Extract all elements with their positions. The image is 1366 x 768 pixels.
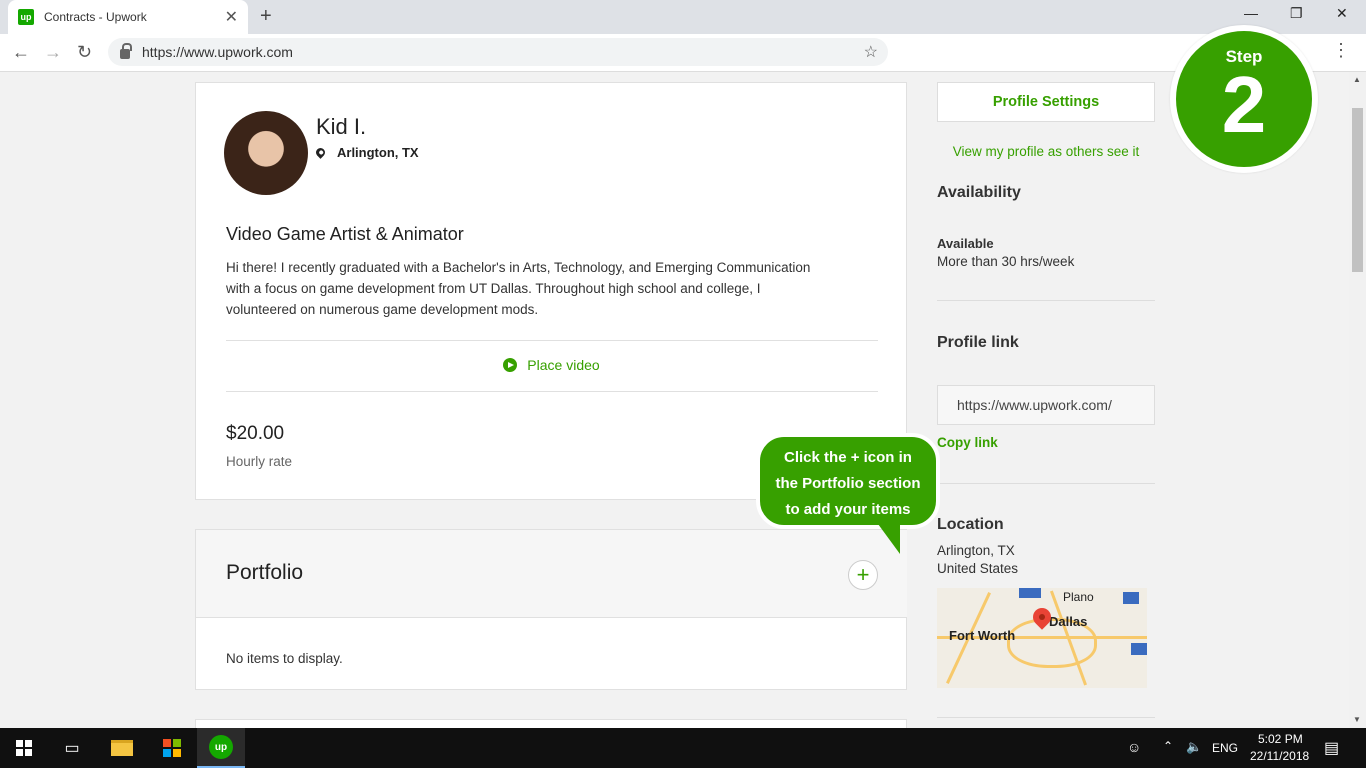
place-video-label: Place video xyxy=(527,357,600,373)
show-hidden-icons-icon[interactable]: ⌃ xyxy=(1163,739,1173,753)
location-map[interactable]: Plano Dallas Fort Worth xyxy=(937,588,1147,688)
scroll-down-icon[interactable]: ▼ xyxy=(1353,715,1361,724)
portfolio-empty-text: No items to display. xyxy=(226,651,343,666)
callout-line: the Portfolio section xyxy=(775,475,921,492)
highway-shield-icon xyxy=(1123,592,1139,604)
store-icon[interactable] xyxy=(148,728,196,768)
availability-status: Available xyxy=(937,236,994,251)
restore-icon[interactable]: ❐ xyxy=(1290,5,1303,22)
scroll-thumb[interactable] xyxy=(1352,108,1363,272)
clock-time[interactable]: 5:02 PM xyxy=(1258,732,1303,746)
profile-location: Arlington, TX xyxy=(314,145,419,160)
language-indicator[interactable]: ENG xyxy=(1212,741,1238,755)
instruction-callout: Click the + icon in the Portfolio sectio… xyxy=(756,433,940,529)
file-explorer-icon[interactable] xyxy=(98,728,146,768)
divider xyxy=(937,717,1155,718)
divider xyxy=(937,483,1155,484)
windows-taskbar: ▭ up ☺ ⌃ 🔈 ENG 5:02 PM 22/11/2018 ▤ xyxy=(0,728,1366,768)
minimize-icon[interactable]: — xyxy=(1244,5,1258,21)
divider xyxy=(226,340,878,341)
place-video-button[interactable]: Place video xyxy=(196,357,907,373)
profile-headline: Video Game Artist & Animator xyxy=(226,224,464,244)
location-country: United States xyxy=(937,561,1019,576)
view-profile-link[interactable]: View my profile as others see it xyxy=(937,144,1155,159)
upwork-favicon-icon: up xyxy=(18,9,34,25)
scroll-up-icon[interactable]: ▲ xyxy=(1353,75,1361,84)
upwork-taskbar-app[interactable]: up xyxy=(197,728,245,768)
step-number: 2 xyxy=(1221,60,1267,149)
play-icon xyxy=(503,358,518,372)
close-tab-icon[interactable]: ✕ xyxy=(225,7,238,27)
profile-name: Kid I. xyxy=(316,114,367,139)
availability-hours: More than 30 hrs/week xyxy=(937,254,1075,269)
forward-arrow-icon[interactable]: → xyxy=(44,42,62,63)
location-pin-icon xyxy=(314,146,327,159)
browser-menu-icon[interactable]: ⋮ xyxy=(1332,40,1350,61)
browser-tab[interactable]: up Contracts - Upwork ✕ xyxy=(8,0,248,34)
url-text[interactable]: https://www.upwork.com xyxy=(142,44,864,60)
availability-heading: Availability xyxy=(937,184,1021,201)
notification-center-icon[interactable]: ▤ xyxy=(1324,738,1339,758)
highway-shield-icon xyxy=(1019,588,1041,598)
plus-icon: + xyxy=(856,562,870,587)
step-badge: Step 2 xyxy=(1170,25,1318,173)
bookmark-star-icon[interactable]: ☆ xyxy=(864,42,878,62)
profile-bio: Hi there! I recently graduated with a Ba… xyxy=(226,260,811,317)
page-scrollbar[interactable]: ▲ ▼ xyxy=(1349,72,1366,728)
upwork-app-icon: up xyxy=(209,735,233,759)
new-tab-icon[interactable]: + xyxy=(260,5,272,28)
divider xyxy=(226,391,878,392)
callout-pointer xyxy=(878,524,900,554)
portfolio-title: Portfolio xyxy=(226,561,304,584)
profile-settings-button[interactable]: Profile Settings xyxy=(937,82,1155,122)
hourly-rate-value: $20.00 xyxy=(226,423,285,444)
map-label-dallas: Dallas xyxy=(1049,614,1088,629)
volume-icon[interactable]: 🔈 xyxy=(1186,739,1202,755)
tab-title: Contracts - Upwork xyxy=(44,10,147,24)
close-window-icon[interactable]: ✕ xyxy=(1336,5,1348,22)
location-city: Arlington, TX xyxy=(937,543,1015,558)
profile-location-text: Arlington, TX xyxy=(337,145,419,160)
map-label-plano: Plano xyxy=(1063,590,1094,604)
back-arrow-icon[interactable]: ← xyxy=(12,42,30,63)
location-heading: Location xyxy=(937,516,1004,533)
windows-logo-icon xyxy=(16,740,32,756)
callout-line: to add your items xyxy=(785,501,911,518)
people-icon[interactable]: ☺ xyxy=(1127,739,1141,755)
highway-shield-icon xyxy=(1131,643,1147,655)
hourly-rate-label: Hourly rate xyxy=(226,454,293,469)
reload-icon[interactable]: ↻ xyxy=(77,42,92,63)
portfolio-card: Portfolio + No items to display. xyxy=(195,529,907,690)
avatar[interactable] xyxy=(224,111,308,195)
lock-icon xyxy=(120,43,132,59)
task-view-icon[interactable]: ▭ xyxy=(48,728,96,768)
profile-link-field[interactable]: https://www.upwork.com/ xyxy=(937,385,1155,425)
browser-toolbar: ← → ↻ https://www.upwork.com ☆ ⋮ xyxy=(0,34,1366,72)
address-bar[interactable]: https://www.upwork.com ☆ xyxy=(108,38,888,66)
callout-line: Click the + icon in xyxy=(784,449,912,466)
add-portfolio-button[interactable]: + xyxy=(848,560,878,590)
copy-link[interactable]: Copy link xyxy=(937,435,998,450)
profile-link-heading: Profile link xyxy=(937,334,1019,351)
divider xyxy=(937,300,1155,301)
browser-tab-bar: up Contracts - Upwork ✕ + — ❐ ✕ xyxy=(0,0,1366,34)
start-button[interactable] xyxy=(0,728,48,768)
map-label-fort-worth: Fort Worth xyxy=(949,628,1016,643)
clock-date[interactable]: 22/11/2018 xyxy=(1250,749,1309,763)
portfolio-header: Portfolio + xyxy=(196,530,907,618)
